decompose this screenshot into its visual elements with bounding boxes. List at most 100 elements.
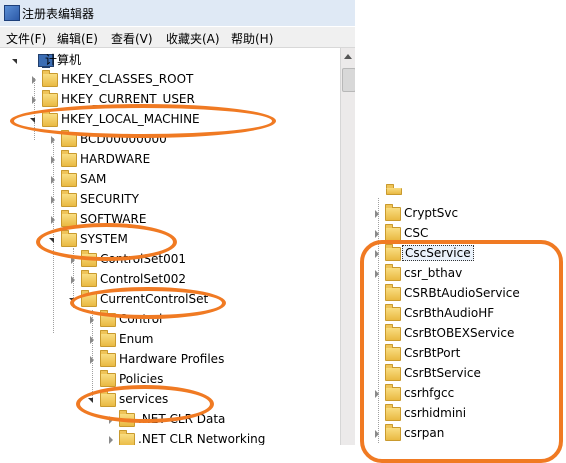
list-item-label: CsrBthAudioHF [404,306,495,320]
list-item-csc[interactable]: CSC [373,224,553,243]
menu-view[interactable]: 查看(V) [111,30,153,47]
folder-icon [61,170,77,187]
list-item-csrbtservice[interactable]: CsrBtService [373,364,553,383]
folder-icon [42,70,58,87]
expand-icon[interactable] [51,136,55,144]
folder-icon [81,270,97,287]
tree-label: HKEY_LOCAL_MACHINE [61,112,200,126]
folder-icon [385,264,401,281]
expand-icon[interactable] [71,256,75,264]
tree-node-hkcu[interactable]: HKEY_CURRENT_USER [30,90,290,109]
list-item-csrbtport[interactable]: CsrBtPort [373,344,553,363]
menu-favorites[interactable]: 收藏夹(A) [166,30,220,47]
tree-label: SECURITY [80,192,139,206]
folder-icon [61,210,77,227]
expand-icon[interactable] [109,436,113,444]
tree-node-policies[interactable]: Policies [88,370,288,389]
expand-icon[interactable] [375,230,379,238]
list-item-csrhfgcc[interactable]: csrhfgcc [373,384,553,403]
list-item-csrbtaudioservice[interactable]: CSRBtAudioService [373,284,553,303]
menu-bar: 文件(F) 编辑(E) 查看(V) 收藏夹(A) 帮助(H) [0,27,355,48]
expand-icon[interactable] [51,196,55,204]
tree-label: HARDWARE [80,152,151,166]
list-item-csrbtobexservice[interactable]: CsrBtOBEXService [373,324,553,343]
list-item-label: csrpan [404,426,445,440]
folder-icon [385,224,401,241]
tree-node-control[interactable]: Control [88,310,288,329]
expand-icon[interactable] [32,76,36,84]
tree-node-system[interactable]: SYSTEM [49,230,249,249]
list-item-csrpan[interactable]: csrpan [373,424,553,443]
folder-icon [385,344,401,361]
folder-icon [385,324,401,341]
expand-icon[interactable] [51,216,55,224]
expand-icon[interactable] [90,316,94,324]
folder-icon [61,190,77,207]
tree-node-services[interactable]: services [88,390,288,409]
list-item-csrhidmini[interactable]: csrhidmini [373,404,553,423]
expand-icon[interactable] [90,336,94,344]
list-item-cscservice[interactable]: CscService [373,244,553,263]
folder-icon [100,310,116,327]
tree-label: CurrentControlSet [100,292,209,306]
list-item-csr-bthav[interactable]: csr_bthav [373,264,553,283]
tree-node-bcd[interactable]: BCD00000000 [49,130,249,149]
expand-open-icon[interactable] [30,118,35,123]
tree-label: Control [119,312,163,326]
expand-open-icon[interactable] [12,59,17,64]
tree-node-hardware-profiles[interactable]: Hardware Profiles [88,350,308,369]
tree-label: .NET CLR Networking [138,432,266,445]
folder-icon [100,390,116,407]
expand-icon[interactable] [375,210,379,218]
list-item-label: csr_bthav [404,266,463,280]
expand-icon[interactable] [51,156,55,164]
expand-icon[interactable] [109,416,113,424]
expand-open-icon[interactable] [69,298,74,303]
menu-help[interactable]: 帮助(H) [231,30,273,47]
expand-icon[interactable] [375,390,379,398]
tree-node-netclr-networking[interactable]: .NET CLR Networking [107,430,337,445]
folder-icon [385,404,401,421]
list-item-csrbthaudiohf[interactable]: CsrBthAudioHF [373,304,553,323]
tree-label: Policies [119,372,164,386]
tree-node-controlset002[interactable]: ControlSet002 [69,270,269,289]
tree-node-sam[interactable]: SAM [49,170,249,189]
tree-label: SAM [80,172,107,186]
folder-icon [100,370,116,387]
tree-node-software[interactable]: SOFTWARE [49,210,249,229]
folder-icon [61,230,77,247]
expand-icon[interactable] [375,250,379,258]
tree-node-security[interactable]: SECURITY [49,190,249,209]
tree-label: .NET CLR Data [138,412,226,426]
tree-node-controlset001[interactable]: ControlSet001 [69,250,269,269]
tree-node-netclr-data[interactable]: .NET CLR Data [107,410,327,429]
list-item-cryptsvc[interactable]: CryptSvc [373,204,553,223]
folder-icon [119,430,135,445]
tree-node-enum[interactable]: Enum [88,330,288,349]
menu-edit[interactable]: 编辑(E) [57,30,98,47]
expand-icon[interactable] [375,270,379,278]
tree-label: Hardware Profiles [119,352,225,366]
folder-icon [61,130,77,147]
expand-icon[interactable] [71,276,75,284]
folder-icon [100,350,116,367]
scroll-up-arrow-icon[interactable] [344,54,352,59]
expand-icon[interactable] [375,430,379,438]
list-item-label-selected: CscService [402,245,474,261]
expand-icon[interactable] [51,176,55,184]
scrollbar-thumb[interactable] [342,68,355,92]
services-list-panel: CryptSvc CSC CscService csr_bthav CSRBtA… [358,0,566,445]
tree-node-hardware[interactable]: HARDWARE [49,150,249,169]
tree-node-computer[interactable]: 计算机 [12,52,212,70]
tree-node-currentcontrolset[interactable]: CurrentControlSet [69,290,289,309]
menu-file[interactable]: 文件(F) [6,30,46,47]
folder-icon [385,384,401,401]
folder-icon [61,150,77,167]
expand-icon[interactable] [32,96,36,104]
tree-scrollbar[interactable] [340,48,355,445]
tree-node-hkcr[interactable]: HKEY_CLASSES_ROOT [30,70,290,89]
expand-open-icon[interactable] [49,238,54,243]
expand-icon[interactable] [90,356,94,364]
expand-open-icon[interactable] [88,398,93,403]
tree-node-hklm[interactable]: HKEY_LOCAL_MACHINE [30,110,290,129]
